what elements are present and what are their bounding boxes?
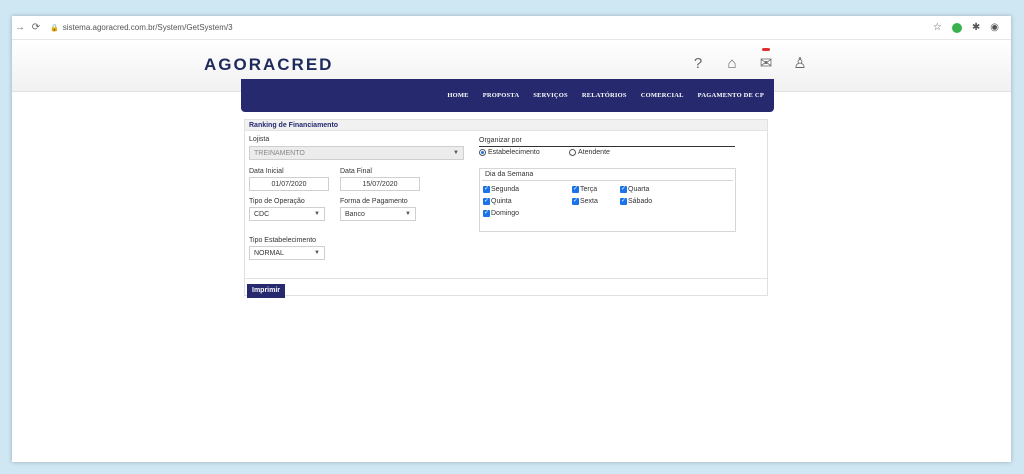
url-text: sistema.agoracred.com.br/System/GetSyste… (62, 23, 233, 32)
checkbox-quinta[interactable]: ✓ Quinta (483, 198, 512, 205)
dia-semana-label: Dia da Semana (482, 169, 733, 181)
tipo-operacao-select[interactable]: CDC ▼ (249, 207, 325, 221)
lojista-select[interactable]: TREINAMENTO ▼ (249, 146, 464, 160)
menu-proposta[interactable]: PROPOSTA (483, 92, 520, 99)
check-icon: ✓ (572, 198, 579, 205)
organizar-divider (479, 146, 735, 147)
checkbox-terca[interactable]: ✓ Terça (572, 186, 597, 193)
radio-atendente-label: Atendente (578, 149, 610, 156)
radio-estabelecimento-label: Estabelecimento (488, 149, 540, 156)
menu-comercial[interactable]: COMERCIAL (641, 92, 684, 99)
day-label: Quinta (491, 198, 512, 205)
day-label: Terça (580, 186, 598, 193)
home-icon[interactable]: ⌂ (722, 54, 742, 74)
lock-icon: 🔒 (50, 24, 59, 32)
extension-icon[interactable] (951, 22, 962, 33)
checkbox-domingo[interactable]: ✓ Domingo (483, 210, 519, 217)
menu-servicos[interactable]: SERVIÇOS (533, 92, 568, 99)
menu-pagamento-cp[interactable]: PAGAMENTO DE CP (698, 92, 764, 99)
organizar-label: Organizar por (479, 137, 522, 144)
tipo-estabelecimento-label: Tipo Estabelecimento (249, 237, 317, 244)
form-divider (245, 278, 767, 279)
day-label: Domingo (491, 210, 520, 217)
menu-relatorios[interactable]: RELATÓRIOS (582, 92, 627, 99)
checkbox-sexta[interactable]: ✓ Sexta (572, 198, 598, 205)
day-label: Quarta (628, 186, 650, 193)
chevron-down-icon: ▼ (405, 211, 411, 217)
menu-home[interactable]: HOME (447, 92, 468, 99)
radio-selected-icon (479, 149, 486, 156)
chevron-down-icon: ▼ (314, 250, 320, 256)
check-icon: ✓ (483, 198, 490, 205)
tipo-operacao-value: CDC (254, 210, 270, 218)
forma-pagamento-select[interactable]: Banco ▼ (340, 207, 416, 221)
imprimir-button[interactable]: Imprimir (247, 284, 286, 298)
forward-icon[interactable]: → (12, 22, 28, 33)
chevron-down-icon: ▼ (314, 211, 320, 217)
browser-window: → ⟳ 🔒 sistema.agoracred.com.br/System/Ge… (12, 16, 1011, 462)
lojista-label: Lojista (249, 136, 270, 143)
data-inicial-input[interactable]: 01/07/2020 (249, 177, 329, 191)
forma-pagamento-value: Banco (345, 210, 365, 218)
day-label: Segunda (491, 186, 520, 193)
tipo-estabelecimento-select[interactable]: NORMAL ▼ (249, 246, 325, 260)
form-title: Ranking de Financiamento (245, 120, 767, 131)
check-icon: ✓ (483, 186, 490, 193)
bookmark-star-icon[interactable]: ☆ (933, 22, 942, 33)
chevron-down-icon: ▼ (453, 150, 459, 156)
checkbox-segunda[interactable]: ✓ Segunda (483, 186, 519, 193)
notification-dot (762, 48, 770, 51)
check-icon: ✓ (620, 198, 627, 205)
logo[interactable]: AGORACRED (204, 55, 333, 75)
checkbox-quarta[interactable]: ✓ Quarta (620, 186, 649, 193)
main-menu: HOME PROPOSTA SERVIÇOS RELATÓRIOS COMERC… (241, 79, 774, 112)
check-icon: ✓ (483, 210, 490, 217)
address-bar[interactable]: 🔒 sistema.agoracred.com.br/System/GetSys… (50, 23, 233, 32)
check-icon: ✓ (572, 186, 579, 193)
puzzle-icon[interactable]: ✱ (972, 22, 980, 33)
data-inicial-label: Data Inicial (249, 168, 284, 175)
browser-toolbar: → ⟳ 🔒 sistema.agoracred.com.br/System/Ge… (12, 16, 1011, 40)
user-icon[interactable]: ♙ (790, 54, 810, 74)
checkbox-sabado[interactable]: ✓ Sábado (620, 198, 652, 205)
radio-estabelecimento[interactable]: Estabelecimento (479, 149, 540, 156)
data-final-input[interactable]: 15/07/2020 (340, 177, 420, 191)
day-label: Sexta (580, 198, 598, 205)
help-icon[interactable]: ? (688, 54, 708, 74)
ranking-form: Ranking de Financiamento Lojista TREINAM… (244, 119, 768, 296)
tipo-estabelecimento-value: NORMAL (254, 249, 284, 257)
tipo-operacao-label: Tipo de Operação (249, 198, 305, 205)
dia-semana-group: Dia da Semana ✓ Segunda ✓ Terça ✓ Quarta ✓ Q… (479, 168, 736, 232)
profile-icon[interactable]: ◉ (990, 22, 999, 33)
radio-empty-icon (569, 149, 576, 156)
day-label: Sábado (628, 198, 653, 205)
data-final-label: Data Final (340, 168, 372, 175)
mail-icon[interactable]: ✉ (756, 48, 776, 74)
check-icon: ✓ (620, 186, 627, 193)
reload-icon[interactable]: ⟳ (28, 22, 44, 33)
forma-pagamento-label: Forma de Pagamento (340, 198, 408, 205)
lojista-value: TREINAMENTO (254, 149, 305, 157)
radio-atendente[interactable]: Atendente (569, 149, 610, 156)
